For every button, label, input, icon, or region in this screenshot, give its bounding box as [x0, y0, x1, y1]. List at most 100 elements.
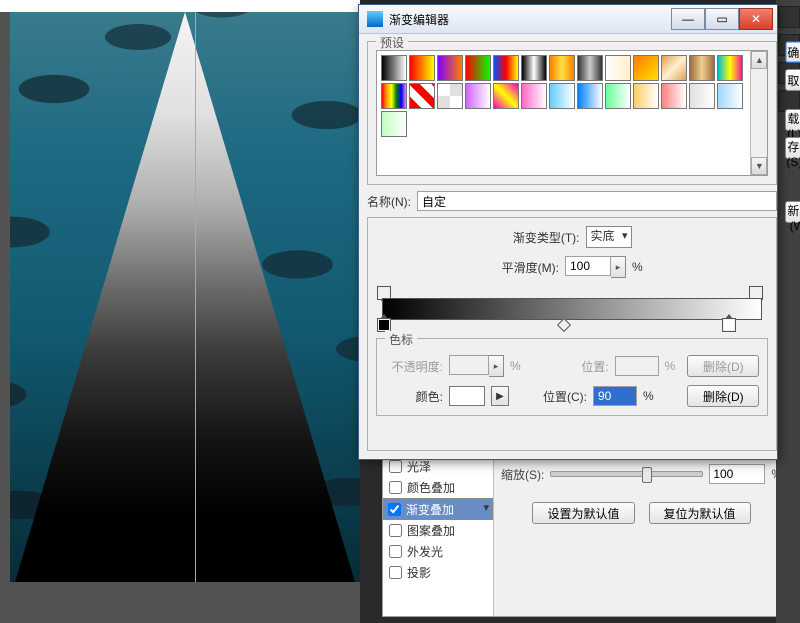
scroll-track[interactable]: [751, 69, 767, 157]
layer-style-panel: 光泽颜色叠加渐变叠加图案叠加外发光投影 缩放(S): % 设置为默认值 复位为默…: [382, 455, 789, 617]
fx-settings-area: 缩放(S): % 设置为默认值 复位为默认值: [495, 456, 788, 616]
gradient-type-label: 渐变类型(T):: [513, 229, 580, 246]
fx-checkbox[interactable]: [389, 460, 402, 473]
preset-swatch[interactable]: [521, 55, 547, 81]
scroll-down-icon[interactable]: ▼: [751, 157, 767, 175]
preset-swatch[interactable]: [493, 55, 519, 81]
preset-swatch[interactable]: [633, 83, 659, 109]
delete-color-stop-button[interactable]: 删除(D): [687, 385, 759, 407]
color-location-label: 位置(C):: [529, 388, 587, 405]
preset-swatch[interactable]: [381, 83, 407, 109]
preset-swatch[interactable]: [521, 83, 547, 109]
gradient-bar-area: [376, 286, 768, 332]
scale-input[interactable]: [709, 464, 765, 484]
ok-button[interactable]: 确定: [785, 41, 800, 63]
fx-item-5[interactable]: 投影: [383, 562, 493, 583]
save-button[interactable]: 存储(S)...: [785, 137, 800, 159]
close-button[interactable]: ✕: [739, 8, 773, 30]
fx-item-label: 渐变叠加: [406, 501, 454, 518]
preset-swatch[interactable]: [465, 55, 491, 81]
preset-swatch[interactable]: [577, 83, 603, 109]
preset-swatch[interactable]: [409, 55, 435, 81]
presets-label: 预设: [376, 34, 408, 51]
midpoint-diamond[interactable]: [557, 318, 571, 332]
preset-swatch[interactable]: [465, 83, 491, 109]
fx-item-3[interactable]: 图案叠加: [383, 520, 493, 541]
gradient-preview-bar[interactable]: [382, 298, 762, 320]
preset-swatch[interactable]: [717, 83, 743, 109]
maximize-button[interactable]: ▭: [705, 8, 739, 30]
preset-swatch[interactable]: [689, 83, 715, 109]
fx-checkbox[interactable]: [389, 566, 402, 579]
preset-swatch[interactable]: [605, 83, 631, 109]
gradient-settings-group: 渐变类型(T): 实底 平滑度(M): ▸ %: [367, 217, 777, 451]
scale-slider[interactable]: [550, 471, 703, 477]
preset-swatch[interactable]: [381, 55, 407, 81]
fx-item-4[interactable]: 外发光: [383, 541, 493, 562]
app-icon: [367, 11, 383, 27]
guide-vertical[interactable]: [195, 12, 196, 582]
preset-swatch[interactable]: [549, 83, 575, 109]
fx-checkbox[interactable]: [389, 545, 402, 558]
smoothness-unit: %: [632, 260, 643, 274]
preset-swatch[interactable]: [437, 55, 463, 81]
stepper-icon[interactable]: ▸: [611, 256, 626, 278]
gradient-type-select[interactable]: 实底: [586, 226, 632, 248]
fx-checkbox[interactable]: [389, 524, 402, 537]
stepper-icon: ▸: [489, 355, 504, 377]
reset-default-button[interactable]: 复位为默认值: [649, 502, 751, 524]
minimize-button[interactable]: —: [671, 8, 705, 30]
canvas-area: [0, 0, 360, 623]
document-image[interactable]: [10, 12, 360, 582]
opacity-input: [449, 355, 489, 375]
opacity-location-input: [615, 356, 659, 376]
preset-swatch[interactable]: [437, 83, 463, 109]
color-label: 颜色:: [385, 388, 443, 405]
preset-swatch[interactable]: [409, 83, 435, 109]
gradient-editor-dialog: 渐变编辑器 — ▭ ✕ 预设 ▲ ▼: [358, 4, 778, 460]
preset-swatch[interactable]: [633, 55, 659, 81]
smoothness-label: 平滑度(M):: [502, 259, 559, 276]
stops-group: 色标 不透明度: ▸ % 位置: % 删除(D) 颜色:: [376, 338, 768, 416]
smoothness-input[interactable]: [565, 256, 611, 276]
new-button[interactable]: 新建(W): [785, 201, 800, 223]
set-default-button[interactable]: 设置为默认值: [532, 502, 634, 524]
preset-swatch[interactable]: [689, 55, 715, 81]
opacity-location-label: 位置:: [551, 358, 609, 375]
fx-checkbox[interactable]: [389, 481, 402, 494]
preset-swatch[interactable]: [661, 55, 687, 81]
fx-effect-list: 光泽颜色叠加渐变叠加图案叠加外发光投影: [383, 456, 494, 616]
opacity-location-unit: %: [665, 359, 676, 373]
color-swatch-button[interactable]: [449, 386, 485, 406]
color-picker-arrow-icon[interactable]: ▶: [491, 386, 509, 406]
color-stop-left[interactable]: [377, 318, 391, 332]
load-button[interactable]: 载入(L)...: [785, 109, 800, 131]
triangle-gradient-layer: [15, 12, 355, 582]
cancel-button[interactable]: 取消: [785, 69, 800, 91]
preset-swatch[interactable]: [605, 55, 631, 81]
fx-item-label: 外发光: [407, 543, 443, 560]
color-stop-right[interactable]: [722, 318, 736, 332]
fx-item-label: 颜色叠加: [407, 479, 455, 496]
fx-item-label: 图案叠加: [407, 522, 455, 539]
scroll-up-icon[interactable]: ▲: [751, 51, 767, 69]
preset-swatch[interactable]: [661, 83, 687, 109]
opacity-unit: %: [510, 359, 521, 373]
gradient-name-input[interactable]: [417, 191, 777, 211]
scale-label: 缩放(S):: [501, 466, 544, 483]
preset-swatch[interactable]: [577, 55, 603, 81]
preset-swatch[interactable]: [493, 83, 519, 109]
fx-checkbox[interactable]: [388, 503, 401, 516]
color-location-input[interactable]: [593, 386, 637, 406]
preset-swatch[interactable]: [549, 55, 575, 81]
preset-swatch[interactable]: [717, 55, 743, 81]
fx-item-2[interactable]: 渐变叠加: [383, 498, 493, 520]
presets-group: 预设 ▲ ▼: [367, 41, 777, 185]
dialog-titlebar[interactable]: 渐变编辑器 — ▭ ✕: [359, 5, 777, 34]
tool-icon[interactable]: [778, 6, 800, 28]
dialog-title: 渐变编辑器: [389, 11, 671, 28]
presets-scrollbar[interactable]: ▲ ▼: [750, 51, 767, 175]
fx-item-1[interactable]: 颜色叠加: [383, 477, 493, 498]
preset-swatch[interactable]: [381, 111, 407, 137]
fx-item-label: 投影: [407, 564, 431, 581]
